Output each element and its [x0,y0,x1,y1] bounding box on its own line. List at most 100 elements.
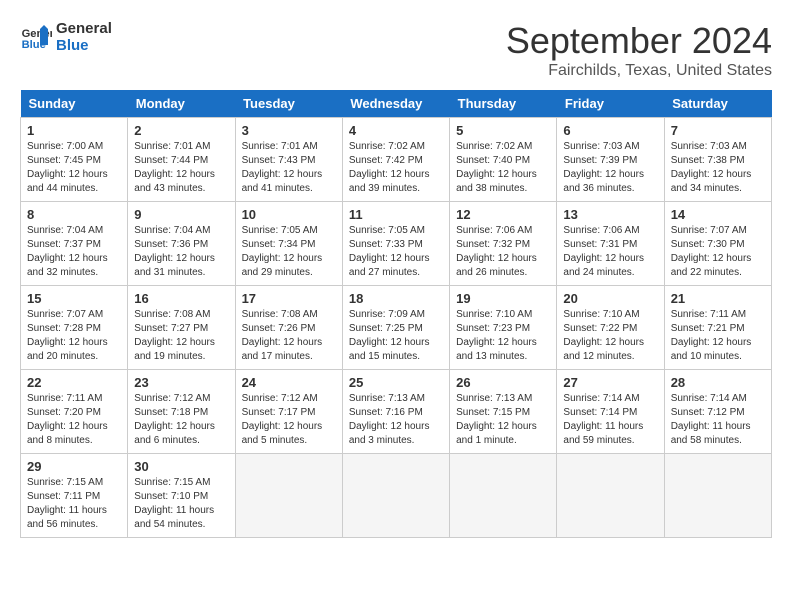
logo: General Blue General Blue [20,20,112,54]
calendar-cell: 13 Sunrise: 7:06 AMSunset: 7:31 PMDayligh… [557,202,664,286]
day-info: Sunrise: 7:11 AMSunset: 7:20 PMDaylight:… [27,392,121,448]
day-number: 20 [563,291,657,306]
calendar-cell: 14 Sunrise: 7:07 AMSunset: 7:30 PMDayligh… [664,202,771,286]
page-header: General Blue General Blue September 2024… [20,20,772,80]
day-number: 30 [134,459,228,474]
day-number: 11 [349,207,443,222]
day-info: Sunrise: 7:01 AMSunset: 7:44 PMDaylight:… [134,140,228,196]
day-info: Sunrise: 7:12 AMSunset: 7:17 PMDaylight:… [242,392,336,448]
day-number: 14 [671,207,765,222]
day-number: 16 [134,291,228,306]
day-info: Sunrise: 7:03 AMSunset: 7:39 PMDaylight:… [563,140,657,196]
day-info: Sunrise: 7:05 AMSunset: 7:33 PMDaylight:… [349,224,443,280]
day-info: Sunrise: 7:06 AMSunset: 7:31 PMDaylight:… [563,224,657,280]
calendar-cell: 1 Sunrise: 7:00 AMSunset: 7:45 PMDaylight… [21,118,128,202]
calendar-cell: 4Sunrise: 7:02 AMSunset: 7:42 PMDaylight… [342,118,449,202]
calendar-cell: 2Sunrise: 7:01 AMSunset: 7:44 PMDaylight… [128,118,235,202]
day-number: 12 [456,207,550,222]
calendar-cell: 8 Sunrise: 7:04 AMSunset: 7:37 PMDaylight… [21,202,128,286]
day-number: 7 [671,123,765,138]
calendar-cell: 5Sunrise: 7:02 AMSunset: 7:40 PMDaylight… [450,118,557,202]
calendar-cell: 23 Sunrise: 7:12 AMSunset: 7:18 PMDayligh… [128,370,235,454]
day-number: 17 [242,291,336,306]
calendar-cell [450,454,557,538]
calendar-cell: 28Sunrise: 7:14 AMSunset: 7:12 PMDayligh… [664,370,771,454]
day-info: Sunrise: 7:02 AMSunset: 7:42 PMDaylight:… [349,140,443,196]
day-info: Sunrise: 7:04 AMSunset: 7:36 PMDaylight:… [134,224,228,280]
calendar-cell: 6 Sunrise: 7:03 AMSunset: 7:39 PMDaylight… [557,118,664,202]
calendar-cell: 3 Sunrise: 7:01 AMSunset: 7:43 PMDaylight… [235,118,342,202]
calendar-cell: 18 Sunrise: 7:09 AMSunset: 7:25 PMDayligh… [342,286,449,370]
day-info: Sunrise: 7:02 AMSunset: 7:40 PMDaylight:… [456,140,550,196]
calendar-cell: 30 Sunrise: 7:15 AMSunset: 7:10 PMDayligh… [128,454,235,538]
weekday-header-monday: Monday [128,90,235,118]
calendar-cell: 12Sunrise: 7:06 AMSunset: 7:32 PMDayligh… [450,202,557,286]
calendar-week-row: 29 Sunrise: 7:15 AMSunset: 7:11 PMDayligh… [21,454,772,538]
calendar-week-row: 22 Sunrise: 7:11 AMSunset: 7:20 PMDayligh… [21,370,772,454]
day-number: 25 [349,375,443,390]
calendar-cell: 27Sunrise: 7:14 AMSunset: 7:14 PMDayligh… [557,370,664,454]
calendar-cell: 21Sunrise: 7:11 AMSunset: 7:21 PMDayligh… [664,286,771,370]
day-info: Sunrise: 7:05 AMSunset: 7:34 PMDaylight:… [242,224,336,280]
calendar-cell: 20 Sunrise: 7:10 AMSunset: 7:22 PMDayligh… [557,286,664,370]
day-number: 29 [27,459,121,474]
day-number: 28 [671,375,765,390]
calendar-cell: 15 Sunrise: 7:07 AMSunset: 7:28 PMDayligh… [21,286,128,370]
day-number: 23 [134,375,228,390]
day-info: Sunrise: 7:07 AMSunset: 7:30 PMDaylight:… [671,224,765,280]
day-info: Sunrise: 7:01 AMSunset: 7:43 PMDaylight:… [242,140,336,196]
day-number: 9 [134,207,228,222]
day-info: Sunrise: 7:12 AMSunset: 7:18 PMDaylight:… [134,392,228,448]
day-number: 24 [242,375,336,390]
calendar-subtitle: Fairchilds, Texas, United States [506,62,772,80]
calendar-cell [664,454,771,538]
calendar-cell: 26Sunrise: 7:13 AMSunset: 7:15 PMDayligh… [450,370,557,454]
calendar-week-row: 15 Sunrise: 7:07 AMSunset: 7:28 PMDayligh… [21,286,772,370]
weekday-header-sunday: Sunday [21,90,128,118]
weekday-header-wednesday: Wednesday [342,90,449,118]
day-info: Sunrise: 7:09 AMSunset: 7:25 PMDaylight:… [349,308,443,364]
weekday-header-row: SundayMondayTuesdayWednesdayThursdayFrid… [21,90,772,118]
day-info: Sunrise: 7:08 AMSunset: 7:26 PMDaylight:… [242,308,336,364]
calendar-cell: 22 Sunrise: 7:11 AMSunset: 7:20 PMDayligh… [21,370,128,454]
day-info: Sunrise: 7:08 AMSunset: 7:27 PMDaylight:… [134,308,228,364]
day-info: Sunrise: 7:07 AMSunset: 7:28 PMDaylight:… [27,308,121,364]
calendar-cell: 24 Sunrise: 7:12 AMSunset: 7:17 PMDayligh… [235,370,342,454]
day-number: 22 [27,375,121,390]
day-number: 6 [563,123,657,138]
day-info: Sunrise: 7:10 AMSunset: 7:22 PMDaylight:… [563,308,657,364]
day-info: Sunrise: 7:00 AMSunset: 7:45 PMDaylight:… [27,140,121,196]
day-info: Sunrise: 7:15 AMSunset: 7:10 PMDaylight:… [134,476,228,532]
logo-blue: Blue [56,37,112,54]
day-info: Sunrise: 7:10 AMSunset: 7:23 PMDaylight:… [456,308,550,364]
calendar-title: September 2024 [506,20,772,62]
day-number: 26 [456,375,550,390]
weekday-header-thursday: Thursday [450,90,557,118]
weekday-header-saturday: Saturday [664,90,771,118]
calendar-cell: 10 Sunrise: 7:05 AMSunset: 7:34 PMDayligh… [235,202,342,286]
title-area: September 2024 Fairchilds, Texas, United… [506,20,772,80]
day-number: 18 [349,291,443,306]
day-info: Sunrise: 7:04 AMSunset: 7:37 PMDaylight:… [27,224,121,280]
day-number: 8 [27,207,121,222]
calendar-cell [342,454,449,538]
calendar-cell: 16 Sunrise: 7:08 AMSunset: 7:27 PMDayligh… [128,286,235,370]
day-number: 3 [242,123,336,138]
day-number: 13 [563,207,657,222]
calendar-cell: 9 Sunrise: 7:04 AMSunset: 7:36 PMDaylight… [128,202,235,286]
logo-icon: General Blue [20,21,52,53]
calendar-cell [557,454,664,538]
day-number: 21 [671,291,765,306]
calendar-cell: 25Sunrise: 7:13 AMSunset: 7:16 PMDayligh… [342,370,449,454]
day-number: 1 [27,123,121,138]
day-number: 19 [456,291,550,306]
day-info: Sunrise: 7:15 AMSunset: 7:11 PMDaylight:… [27,476,121,532]
day-number: 10 [242,207,336,222]
day-number: 15 [27,291,121,306]
calendar-cell: 19 Sunrise: 7:10 AMSunset: 7:23 PMDayligh… [450,286,557,370]
calendar-cell: 29 Sunrise: 7:15 AMSunset: 7:11 PMDayligh… [21,454,128,538]
calendar-cell: 7 Sunrise: 7:03 AMSunset: 7:38 PMDaylight… [664,118,771,202]
weekday-header-tuesday: Tuesday [235,90,342,118]
calendar-table: SundayMondayTuesdayWednesdayThursdayFrid… [20,90,772,538]
day-info: Sunrise: 7:03 AMSunset: 7:38 PMDaylight:… [671,140,765,196]
